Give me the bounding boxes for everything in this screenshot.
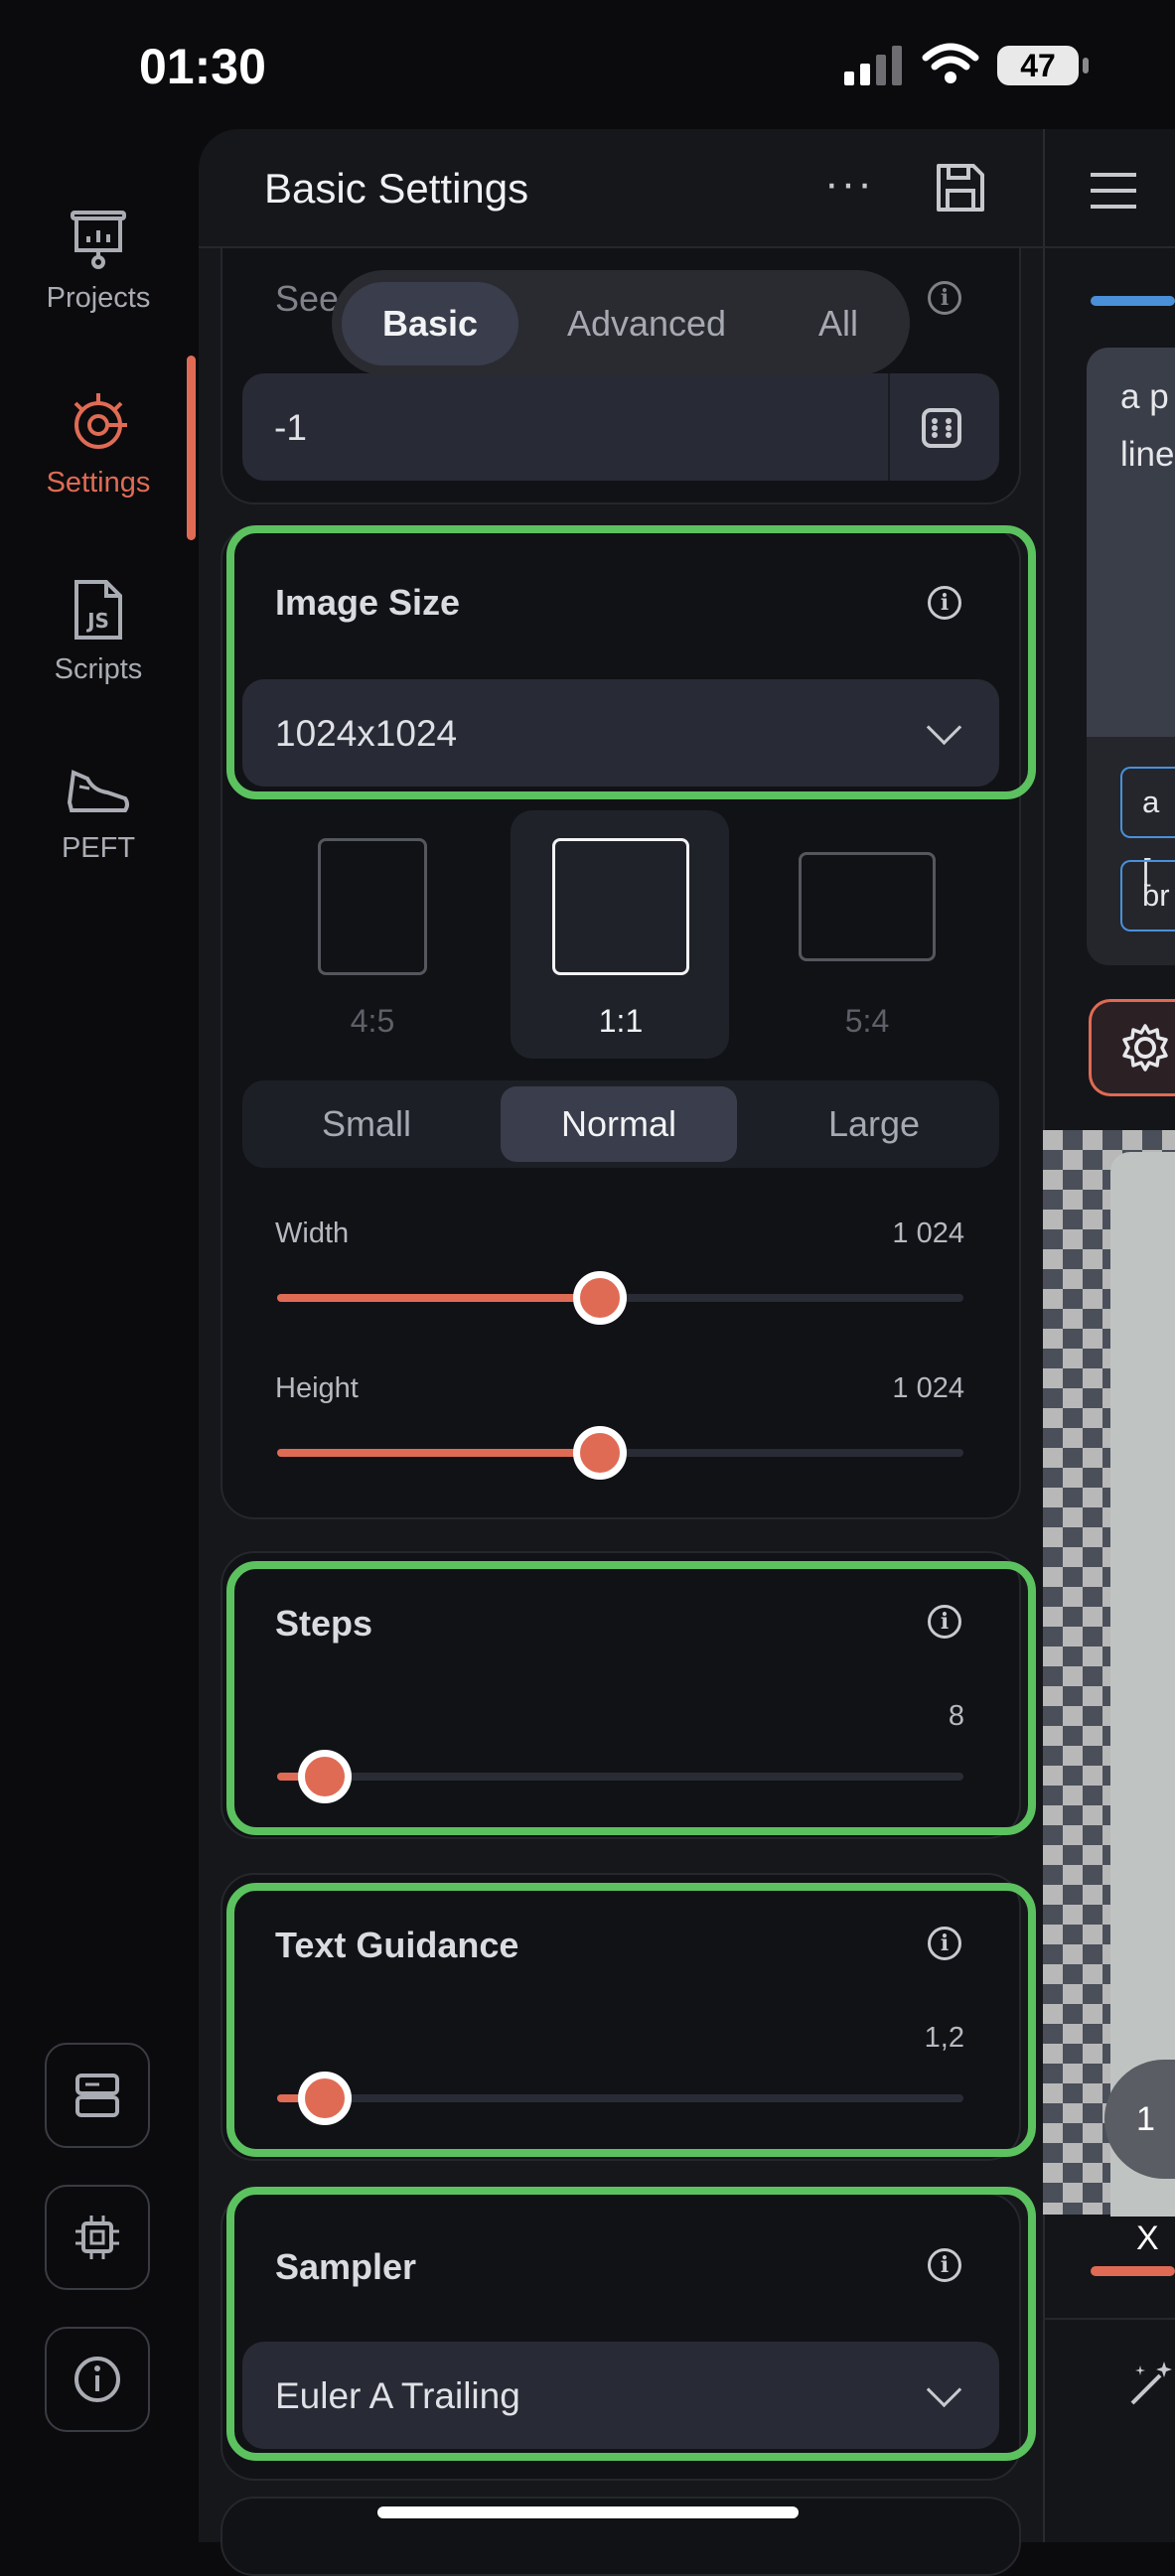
highlight-steps bbox=[226, 1561, 1036, 1835]
wifi-icon bbox=[922, 43, 979, 83]
seed-input[interactable] bbox=[242, 373, 999, 481]
menu-icon[interactable] bbox=[1089, 169, 1138, 213]
svg-text:JS: JS bbox=[85, 609, 109, 633]
tab-all[interactable]: All bbox=[775, 282, 902, 365]
cellular-signal-icon bbox=[844, 46, 902, 85]
highlight-image-size bbox=[226, 525, 1036, 799]
width-value: 1 024 bbox=[892, 1217, 964, 1249]
highlight-text-guidance bbox=[226, 1883, 1036, 2157]
more-options-button[interactable]: ··· bbox=[824, 159, 874, 209]
rail-active-indicator bbox=[187, 356, 196, 540]
presentation-icon bbox=[71, 211, 126, 269]
tab-basic[interactable]: Basic bbox=[342, 282, 518, 365]
info-button[interactable] bbox=[45, 2327, 150, 2432]
ratio-1-1-label: 1:1 bbox=[598, 1003, 644, 1039]
prompt-chip-1[interactable]: a [ bbox=[1120, 767, 1175, 887]
page-title: Basic Settings bbox=[264, 165, 529, 212]
width-slider-fill bbox=[277, 1294, 600, 1302]
battery-nub bbox=[1083, 58, 1089, 73]
width-label: Width bbox=[275, 1217, 350, 1249]
storage-button[interactable] bbox=[45, 2043, 150, 2148]
shoe-icon bbox=[67, 770, 129, 812]
tab-advanced[interactable]: Advanced bbox=[536, 282, 757, 365]
rail-item-projects[interactable]: Projects bbox=[14, 209, 183, 315]
preview-header-divider bbox=[1043, 246, 1175, 248]
ratio-5-4-preview[interactable] bbox=[799, 852, 936, 961]
height-label: Height bbox=[275, 1372, 359, 1404]
seed-divider bbox=[888, 373, 890, 481]
save-icon[interactable] bbox=[934, 161, 987, 215]
info-icon[interactable]: i bbox=[928, 281, 961, 315]
preview-toolbar-divider bbox=[1043, 2318, 1175, 2320]
rail-item-scripts[interactable]: JS Scripts bbox=[14, 578, 183, 686]
size-small[interactable]: Small bbox=[252, 1086, 481, 1162]
rail-item-label: Projects bbox=[46, 282, 151, 314]
rail-item-label: Settings bbox=[46, 467, 151, 499]
home-indicator bbox=[377, 2506, 799, 2518]
highlight-sampler bbox=[226, 2187, 1036, 2461]
prompt-text: a p bbox=[1120, 377, 1169, 416]
size-normal[interactable]: Normal bbox=[501, 1086, 737, 1162]
chip-icon bbox=[75, 2216, 119, 2259]
gear-icon bbox=[1122, 1024, 1168, 1072]
info-icon bbox=[74, 2357, 120, 2402]
rail-item-label: Scripts bbox=[54, 653, 143, 685]
seed-value: -1 bbox=[274, 407, 307, 448]
ratio-4-5-preview[interactable] bbox=[318, 838, 427, 975]
progress-bar bbox=[1091, 296, 1175, 306]
progress-indicator bbox=[1091, 2266, 1175, 2276]
js-file-icon: JS bbox=[74, 580, 122, 640]
prompt-chip-2[interactable]: br bbox=[1120, 860, 1175, 931]
battery-level: 47 bbox=[997, 46, 1079, 85]
prompt-text-2: line bbox=[1120, 435, 1175, 474]
width-slider[interactable] bbox=[277, 1271, 963, 1325]
generated-image-preview[interactable] bbox=[1110, 1152, 1175, 2217]
chip-button[interactable] bbox=[45, 2185, 150, 2290]
height-slider-knob[interactable] bbox=[573, 1426, 627, 1480]
rail-item-settings[interactable]: Settings bbox=[14, 389, 183, 500]
rail-item-peft[interactable]: PEFT bbox=[14, 761, 183, 865]
width-slider-knob[interactable] bbox=[573, 1271, 627, 1325]
ratio-5-4-label: 5:4 bbox=[844, 1003, 890, 1039]
size-large[interactable]: Large bbox=[759, 1086, 989, 1162]
dice-icon[interactable] bbox=[921, 407, 962, 449]
ratio-4-5-label: 4:5 bbox=[350, 1003, 395, 1039]
height-slider-fill bbox=[277, 1449, 600, 1457]
status-time: 01:30 bbox=[139, 39, 266, 94]
settings-icon bbox=[73, 393, 127, 449]
ratio-1-1-preview bbox=[552, 838, 689, 975]
height-slider[interactable] bbox=[277, 1426, 963, 1480]
rail-item-label: PEFT bbox=[61, 832, 136, 864]
magic-wand-icon[interactable] bbox=[1126, 2358, 1175, 2409]
height-value: 1 024 bbox=[892, 1372, 964, 1404]
storage-icon bbox=[75, 2074, 119, 2117]
